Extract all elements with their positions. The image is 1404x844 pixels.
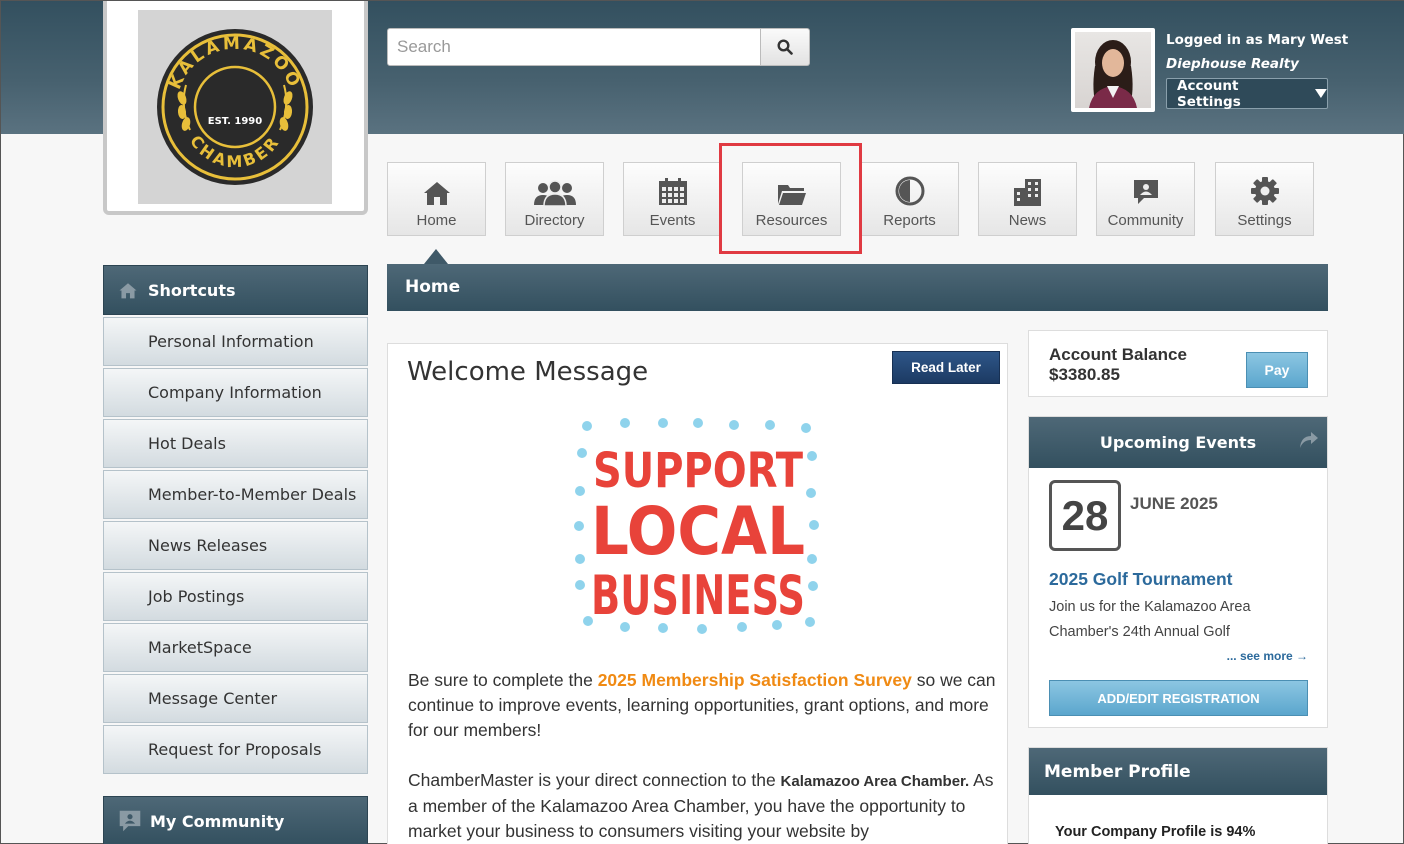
home-icon xyxy=(119,282,137,298)
my-community-header[interactable]: My Community xyxy=(103,796,368,844)
shortcut-message-center[interactable]: Message Center xyxy=(103,674,368,723)
nav-events-label: Events xyxy=(649,212,696,229)
chevron-down-icon xyxy=(1315,89,1327,98)
people-icon xyxy=(533,180,576,206)
shortcuts-title: Shortcuts xyxy=(148,280,236,300)
read-later-button[interactable]: Read Later xyxy=(892,351,1000,384)
shortcut-company-information[interactable]: Company Information xyxy=(103,368,368,417)
user-info: Logged in as Mary West Diephouse Realty xyxy=(1166,32,1348,72)
nav-community-label: Community xyxy=(1107,212,1184,229)
upcoming-events-title: Upcoming Events xyxy=(1099,433,1257,452)
nav-active-caret xyxy=(424,249,448,264)
image-text-business: BUSINESS xyxy=(591,564,805,627)
account-balance-amount: $3380.85 xyxy=(1049,365,1120,384)
event-title-link[interactable]: 2025 Golf Tournament xyxy=(1049,569,1232,590)
search-icon xyxy=(777,39,793,55)
chat-icon xyxy=(119,810,141,832)
chamber-name-bold: Kalamazoo Area Chamber. xyxy=(780,773,970,790)
shortcut-request-for-proposals[interactable]: Request for Proposals xyxy=(103,725,368,774)
nav-reports[interactable]: Reports xyxy=(860,162,959,236)
shortcut-news-releases[interactable]: News Releases xyxy=(103,521,368,570)
account-settings-label: Account Settings xyxy=(1177,77,1241,110)
account-balance-panel: Account Balance $3380.85 Pay xyxy=(1028,330,1328,397)
member-profile-header: Member Profile xyxy=(1029,748,1327,795)
user-avatar[interactable] xyxy=(1071,28,1155,112)
home-icon xyxy=(423,182,450,205)
gear-icon xyxy=(1250,177,1279,205)
my-community-title: My Community xyxy=(150,811,285,831)
member-profile-title: Member Profile xyxy=(1044,761,1191,782)
logged-in-text: Logged in as Mary West xyxy=(1166,32,1349,48)
welcome-paragraph-1: Be sure to complete the 2025 Membership … xyxy=(408,668,998,743)
profile-completion-text: Your Company Profile is 94% xyxy=(1055,824,1256,840)
logo-est-text: EST. 1990 xyxy=(208,116,262,127)
search-button[interactable] xyxy=(761,28,810,66)
image-text-support: SUPPORT xyxy=(593,443,803,499)
shortcut-hot-deals[interactable]: Hot Deals xyxy=(103,419,368,468)
search-input[interactable] xyxy=(387,28,761,66)
page-title-bar: Home xyxy=(387,264,1328,311)
support-local-business-image: SUPPORT LOCAL BUSINESS xyxy=(572,411,824,637)
building-icon xyxy=(1013,179,1041,206)
company-name: Diephouse Realty xyxy=(1166,56,1299,72)
chat-icon xyxy=(1133,180,1158,204)
event-description: Join us for the Kalamazoo Area Chamber's… xyxy=(1049,599,1251,640)
page-title: Home xyxy=(405,277,461,297)
account-settings-button[interactable]: Account Settings xyxy=(1166,77,1328,110)
welcome-p2-text: ChamberMaster is your direct connection … xyxy=(408,770,781,790)
nav-directory-label: Directory xyxy=(524,212,585,229)
nav-home[interactable]: Home xyxy=(387,162,486,236)
upcoming-events-header: Upcoming Events xyxy=(1029,417,1327,468)
event-month: JUNE 2025 xyxy=(1130,494,1218,513)
chamber-logo: KALAMAZOO CHAMBER EST. 1990 xyxy=(138,10,332,204)
shortcut-personal-information[interactable]: Personal Information xyxy=(103,317,368,366)
nav-events[interactable]: Events xyxy=(623,162,722,236)
welcome-panel: Welcome Message Read Later SUPPORT LOCAL… xyxy=(387,343,1008,844)
see-more-link[interactable]: ... see more → xyxy=(1227,649,1308,663)
nav-home-label: Home xyxy=(416,212,457,229)
resources-highlight-box xyxy=(719,143,862,254)
image-text-local: LOCAL xyxy=(591,493,805,570)
nav-settings[interactable]: Settings xyxy=(1215,162,1314,236)
member-profile-panel: Member Profile Your Company Profile is 9… xyxy=(1028,747,1328,844)
add-edit-registration-button[interactable]: ADD/EDIT REGISTRATION xyxy=(1049,680,1308,716)
nav-news[interactable]: News xyxy=(978,162,1077,236)
shortcut-member-deals[interactable]: Member-to-Member Deals xyxy=(103,470,368,519)
account-balance-label: Account Balance xyxy=(1049,345,1187,364)
nav-directory[interactable]: Directory xyxy=(505,162,604,236)
welcome-title: Welcome Message xyxy=(407,357,649,387)
shortcut-marketspace[interactable]: MarketSpace xyxy=(103,623,368,672)
nav-reports-label: Reports xyxy=(883,212,936,229)
shortcuts-sidebar: Shortcuts Personal Information Company I… xyxy=(103,265,368,774)
event-day: 28 xyxy=(1049,480,1121,551)
upcoming-events-panel: Upcoming Events 28 JUNE 2025 2025 Golf T… xyxy=(1028,416,1328,728)
welcome-p1-text: Be sure to complete the xyxy=(408,670,598,690)
shortcuts-header: Shortcuts xyxy=(103,265,368,315)
shortcut-job-postings[interactable]: Job Postings xyxy=(103,572,368,621)
nav-news-label: News xyxy=(1008,212,1047,229)
pie-chart-icon xyxy=(895,176,924,206)
share-icon[interactable] xyxy=(1299,431,1319,449)
calendar-icon xyxy=(658,178,687,205)
user-photo xyxy=(1075,32,1151,108)
welcome-paragraph-2: ChamberMaster is your direct connection … xyxy=(408,768,998,844)
nav-community[interactable]: Community xyxy=(1096,162,1195,236)
search-bar xyxy=(387,28,810,66)
nav-settings-label: Settings xyxy=(1237,212,1292,229)
pay-button[interactable]: Pay xyxy=(1246,352,1308,388)
chamber-logo-box[interactable]: KALAMAZOO CHAMBER EST. 1990 xyxy=(103,1,368,215)
survey-link[interactable]: 2025 Membership Satisfaction Survey xyxy=(598,670,912,690)
